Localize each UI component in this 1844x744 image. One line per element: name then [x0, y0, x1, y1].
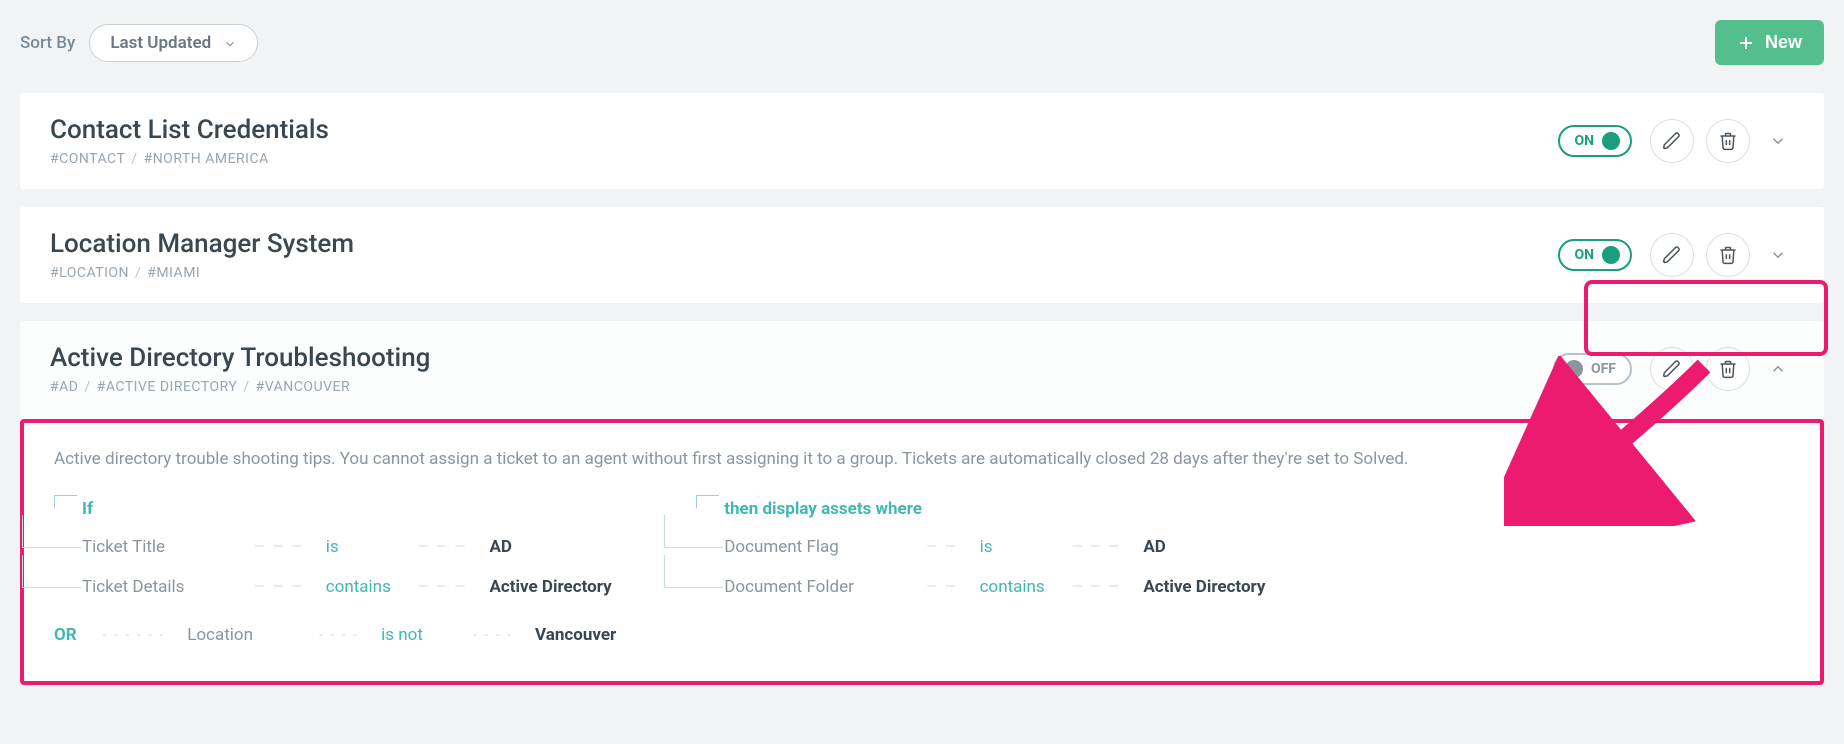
rule-card: Active Directory Troubleshooting #AD/#AC…	[20, 321, 1824, 419]
condition-operator: contains	[326, 577, 396, 597]
toggle-label: ON	[1574, 133, 1594, 149]
condition-operator: is not	[381, 625, 451, 645]
pencil-icon	[1662, 131, 1682, 151]
delete-button[interactable]	[1706, 347, 1750, 391]
condition-row: Document Flag — — is — — — AD	[724, 527, 1265, 567]
toggle-on[interactable]: ON	[1558, 125, 1632, 157]
sort-by-value: Last Updated	[110, 33, 211, 53]
if-conditions: If Ticket Title — — — is — — — AD Ticket…	[54, 499, 616, 645]
toggle-dot-icon	[1602, 246, 1620, 264]
rule-card: Contact List Credentials #CONTACT/#NORTH…	[20, 93, 1824, 189]
condition-value: Active Directory	[490, 577, 612, 597]
toolbar: Sort By Last Updated New	[20, 20, 1824, 65]
trash-icon	[1718, 131, 1738, 151]
or-condition-row: OR - - - - - - Location - - - - is not -…	[54, 607, 616, 645]
then-conditions: then display assets where Document Flag …	[696, 499, 1265, 645]
sort-by-dropdown[interactable]: Last Updated	[89, 24, 258, 62]
plus-icon	[1737, 34, 1755, 52]
trash-icon	[1718, 359, 1738, 379]
delete-button[interactable]	[1706, 119, 1750, 163]
condition-row: Ticket Title — — — is — — — AD	[82, 527, 616, 567]
condition-row: Ticket Details — — — contains — — — Acti…	[82, 567, 616, 607]
chevron-down-icon	[223, 36, 237, 50]
card-tags: #AD/#ACTIVE DIRECTORY/#VANCOUVER	[50, 379, 1553, 395]
toggle-dot-icon	[1602, 132, 1620, 150]
condition-value: Vancouver	[535, 625, 616, 645]
condition-operator: is	[326, 537, 396, 557]
edit-button[interactable]	[1650, 119, 1694, 163]
condition-value: AD	[490, 537, 512, 557]
condition-field: Location	[187, 625, 297, 645]
card-title: Contact List Credentials	[50, 115, 1558, 145]
then-label: then display assets where	[724, 499, 1265, 519]
condition-field: Ticket Title	[82, 537, 232, 557]
if-label: If	[82, 499, 616, 519]
condition-value: AD	[1143, 537, 1165, 557]
toggle-label: ON	[1574, 247, 1594, 263]
condition-operator: contains	[980, 577, 1050, 597]
chevron-down-icon	[1769, 246, 1787, 264]
card-tags: #LOCATION/#MIAMI	[50, 265, 1558, 281]
sort-by-label: Sort By	[20, 33, 75, 53]
new-button-label: New	[1765, 32, 1802, 53]
pencil-icon	[1662, 245, 1682, 265]
trash-icon	[1718, 245, 1738, 265]
toggle-label: OFF	[1591, 361, 1616, 377]
expand-button[interactable]	[1762, 132, 1794, 150]
condition-field: Document Folder	[724, 577, 904, 597]
condition-field: Ticket Details	[82, 577, 232, 597]
condition-field: Document Flag	[724, 537, 904, 557]
condition-value: Active Directory	[1143, 577, 1265, 597]
card-tags: #CONTACT/#NORTH AMERICA	[50, 151, 1558, 167]
condition-operator: is	[980, 537, 1050, 557]
toggle-on[interactable]: ON	[1558, 239, 1632, 271]
chevron-down-icon	[1769, 132, 1787, 150]
toggle-off[interactable]: OFF	[1553, 353, 1632, 385]
rule-details-panel: Active directory trouble shooting tips. …	[20, 419, 1824, 685]
delete-button[interactable]	[1706, 233, 1750, 277]
collapse-button[interactable]	[1762, 360, 1794, 378]
chevron-up-icon	[1769, 360, 1787, 378]
rule-card: Location Manager System #LOCATION/#MIAMI…	[20, 207, 1824, 303]
edit-button[interactable]	[1650, 233, 1694, 277]
pencil-icon	[1662, 359, 1682, 379]
new-button[interactable]: New	[1715, 20, 1824, 65]
toggle-dot-icon	[1565, 360, 1583, 378]
or-label: OR	[54, 625, 77, 645]
expand-button[interactable]	[1762, 246, 1794, 264]
edit-button[interactable]	[1650, 347, 1694, 391]
condition-row: Document Folder — — contains — — — Activ…	[724, 567, 1265, 607]
card-title: Location Manager System	[50, 229, 1558, 259]
card-title: Active Directory Troubleshooting	[50, 343, 1553, 373]
rule-description: Active directory trouble shooting tips. …	[54, 449, 1790, 469]
